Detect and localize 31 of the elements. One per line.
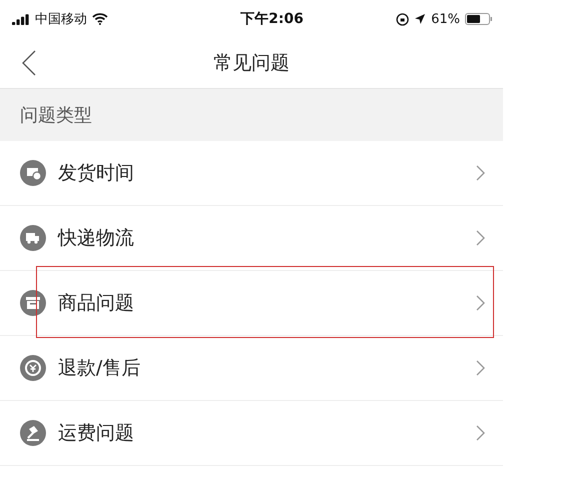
category-row[interactable]: 发货时间 bbox=[0, 141, 503, 206]
category-row[interactable]: 快递物流 bbox=[0, 206, 503, 271]
chevron-right-icon bbox=[476, 360, 485, 376]
carrier-name: 中国移动 bbox=[35, 11, 87, 28]
rotation-lock-icon bbox=[396, 12, 410, 26]
category-row[interactable]: 商品问题 bbox=[0, 271, 503, 336]
chevron-right-icon bbox=[476, 165, 485, 181]
category-label: 运费问题 bbox=[58, 421, 135, 446]
category-label: 发货时间 bbox=[58, 161, 135, 186]
chevron-right-icon bbox=[476, 230, 485, 246]
category-label: 快递物流 bbox=[58, 226, 135, 251]
section-title: 问题类型 bbox=[20, 104, 92, 127]
category-row[interactable]: 运费问题 bbox=[0, 401, 503, 466]
battery-percent: 61% bbox=[431, 12, 460, 26]
back-chevron-icon bbox=[22, 50, 36, 76]
category-label: 商品问题 bbox=[58, 291, 135, 316]
status-time: 下午2:06 bbox=[240, 10, 304, 28]
signal-icon bbox=[12, 14, 30, 24]
chevron-right-icon bbox=[476, 425, 485, 441]
gavel-icon bbox=[20, 420, 46, 446]
chevron-right-icon bbox=[476, 295, 485, 311]
category-row[interactable]: 退款/售后 bbox=[0, 336, 503, 401]
location-icon bbox=[414, 13, 426, 25]
page-title: 常见问题 bbox=[212, 51, 290, 76]
battery-icon bbox=[464, 13, 493, 25]
wifi-icon bbox=[92, 13, 108, 25]
box-icon bbox=[20, 290, 46, 316]
yen-coin-icon bbox=[20, 355, 46, 381]
box-clock-icon bbox=[20, 160, 46, 186]
truck-icon bbox=[20, 225, 46, 251]
category-label: 退款/售后 bbox=[58, 356, 142, 381]
